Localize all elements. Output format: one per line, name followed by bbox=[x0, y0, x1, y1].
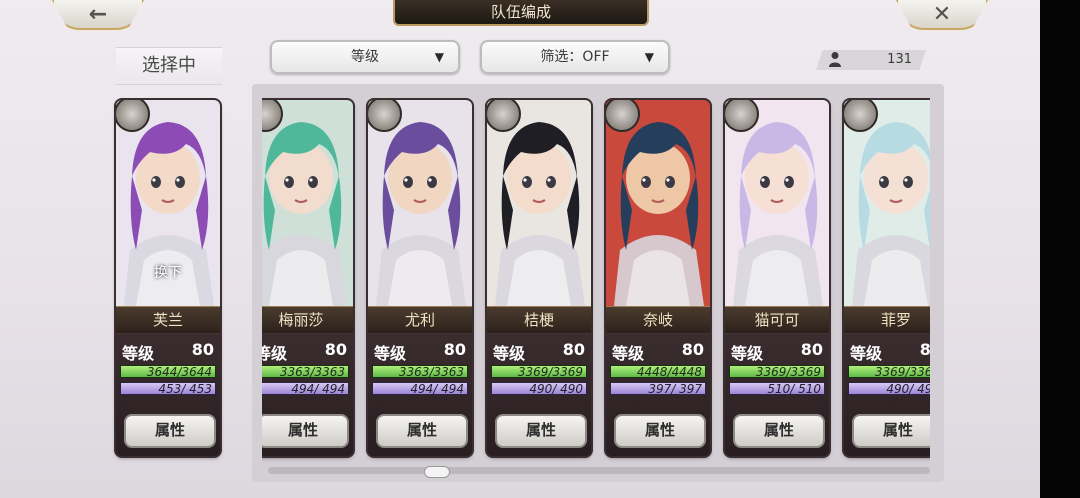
character-card[interactable]: 菲罗 等级 80 3369/3369 490/ 490 属性 bbox=[844, 100, 930, 456]
level-label: 等级 bbox=[612, 344, 645, 363]
level-value: 80 bbox=[681, 340, 704, 359]
sort-dropdown-value: 等级 bbox=[351, 49, 379, 65]
sp-bar: 494/ 494 bbox=[262, 382, 349, 396]
hp-bar: 3369/3369 bbox=[729, 365, 825, 379]
character-name: 奈岐 bbox=[606, 306, 710, 334]
attribute-button[interactable]: 属性 bbox=[614, 414, 706, 448]
character-name: 尤利 bbox=[368, 306, 472, 334]
sp-bar: 453/ 453 bbox=[120, 382, 216, 396]
hp-bar: 4448/4448 bbox=[610, 365, 706, 379]
character-name: 猫可可 bbox=[725, 306, 829, 334]
character-card[interactable]: 梅丽莎 等级 80 3363/3363 494/ 494 属性 bbox=[262, 100, 353, 456]
hp-bar: 3644/3644 bbox=[120, 365, 216, 379]
sort-dropdown[interactable]: 等级 ▼ bbox=[270, 40, 460, 74]
attribute-button[interactable]: 属性 bbox=[124, 414, 216, 448]
selected-character-card[interactable]: 换下 芙兰 等级 80 3644/3644 453/ 453 属性 bbox=[116, 100, 220, 456]
unit-count: 131 bbox=[887, 52, 912, 67]
hp-bar: 3369/3369 bbox=[848, 365, 930, 379]
level-label: 等级 bbox=[493, 344, 526, 363]
attribute-button[interactable]: 属性 bbox=[376, 414, 468, 448]
character-name: 桔梗 bbox=[487, 306, 591, 334]
character-name: 芙兰 bbox=[116, 306, 220, 334]
swap-out-label[interactable]: 换下 bbox=[116, 262, 220, 282]
level-value: 80 bbox=[562, 340, 585, 359]
level-row: 等级 80 bbox=[493, 340, 585, 363]
level-value: 80 bbox=[919, 340, 930, 359]
screen-edge bbox=[1040, 0, 1080, 498]
attribute-button[interactable]: 属性 bbox=[495, 414, 587, 448]
close-icon: ✕ bbox=[932, 1, 952, 27]
scrollbar-track[interactable] bbox=[268, 467, 930, 474]
character-card[interactable]: 桔梗 等级 80 3369/3369 490/ 490 属性 bbox=[487, 100, 591, 456]
character-portrait bbox=[262, 100, 353, 306]
level-value: 80 bbox=[800, 340, 823, 359]
page-title: 队伍编成 bbox=[393, 0, 649, 26]
chevron-down-icon: ▼ bbox=[644, 50, 654, 64]
hp-bar: 3363/3363 bbox=[262, 365, 349, 379]
level-value: 80 bbox=[191, 340, 214, 359]
filter-dropdown[interactable]: 筛选：OFF ▼ bbox=[480, 40, 670, 74]
unit-count-badge: 131 bbox=[816, 50, 926, 70]
level-row: 等级 80 bbox=[262, 340, 347, 363]
level-value: 80 bbox=[443, 340, 466, 359]
hp-bar: 3363/3363 bbox=[372, 365, 468, 379]
level-row: 等级 80 bbox=[612, 340, 704, 363]
person-icon bbox=[829, 52, 841, 67]
chevron-down-icon: ▼ bbox=[434, 50, 444, 64]
sp-bar: 397/ 397 bbox=[610, 382, 706, 396]
character-card[interactable]: 尤利 等级 80 3363/3363 494/ 494 属性 bbox=[368, 100, 472, 456]
sp-bar: 490/ 490 bbox=[848, 382, 930, 396]
sp-bar: 490/ 490 bbox=[491, 382, 587, 396]
attribute-button[interactable]: 属性 bbox=[852, 414, 930, 448]
sp-bar: 494/ 494 bbox=[372, 382, 468, 396]
hp-bar: 3369/3369 bbox=[491, 365, 587, 379]
level-label: 等级 bbox=[122, 344, 155, 363]
scrollbar-thumb[interactable] bbox=[424, 466, 450, 478]
back-arrow-icon: ← bbox=[88, 1, 108, 27]
level-row: 等级 80 bbox=[850, 340, 930, 363]
character-name: 梅丽莎 bbox=[262, 306, 353, 334]
attribute-button[interactable]: 属性 bbox=[733, 414, 825, 448]
level-label: 等级 bbox=[262, 344, 288, 363]
sp-bar: 510/ 510 bbox=[729, 382, 825, 396]
character-card[interactable]: 奈岐 等级 80 4448/4448 397/ 397 属性 bbox=[606, 100, 710, 456]
selecting-label: 选择中 bbox=[116, 47, 222, 85]
character-name: 菲罗 bbox=[844, 306, 930, 334]
level-label: 等级 bbox=[374, 344, 407, 363]
attribute-button[interactable]: 属性 bbox=[262, 414, 349, 448]
level-row: 等级 80 bbox=[374, 340, 466, 363]
character-list[interactable]: 梅丽莎 等级 80 3363/3363 494/ 494 属性 尤利 等级 80… bbox=[262, 95, 930, 465]
level-row: 等级 80 bbox=[122, 340, 214, 363]
level-value: 80 bbox=[324, 340, 347, 359]
level-label: 等级 bbox=[731, 344, 764, 363]
filter-dropdown-value: 筛选：OFF bbox=[540, 49, 610, 65]
character-card[interactable]: 猫可可 等级 80 3369/3369 510/ 510 属性 bbox=[725, 100, 829, 456]
level-label: 等级 bbox=[850, 344, 883, 363]
level-row: 等级 80 bbox=[731, 340, 823, 363]
